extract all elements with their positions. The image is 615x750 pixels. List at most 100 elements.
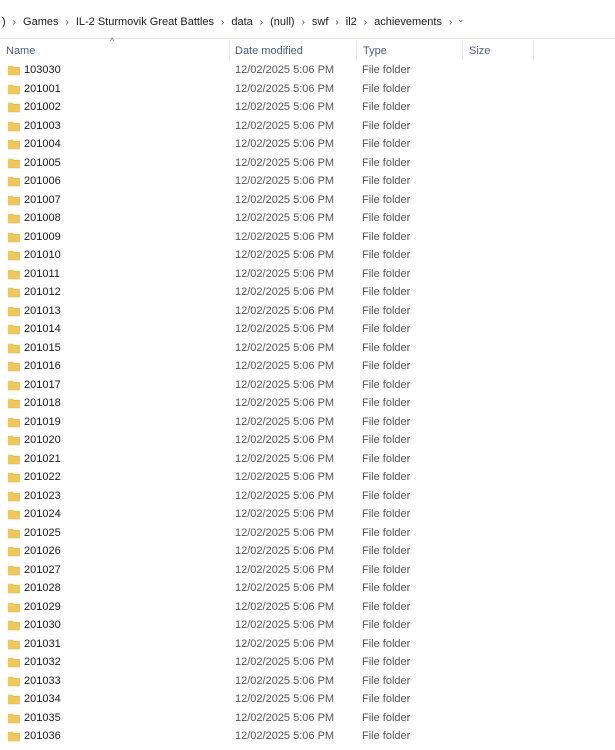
- list-item[interactable]: 201025 12/02/2025 5:06 PM File folder: [0, 524, 615, 543]
- breadcrumb-item[interactable]: Games: [21, 16, 60, 28]
- folder-icon: [8, 435, 20, 446]
- file-name: 201005: [24, 156, 61, 169]
- list-item[interactable]: 201009 12/02/2025 5:06 PM File folder: [0, 228, 615, 247]
- file-date-modified: 12/02/2025 5:06 PM: [235, 175, 335, 187]
- file-name: 201023: [24, 489, 61, 502]
- column-header-size[interactable]: Size: [469, 44, 490, 58]
- list-item[interactable]: 201020 12/02/2025 5:06 PM File folder: [0, 431, 615, 450]
- list-item[interactable]: 201001 12/02/2025 5:06 PM File folder: [0, 80, 615, 99]
- column-header-type[interactable]: Type: [363, 44, 387, 58]
- list-item[interactable]: 201031 12/02/2025 5:06 PM File folder: [0, 635, 615, 654]
- folder-icon: [8, 472, 20, 483]
- list-item[interactable]: 103030 12/02/2025 5:06 PM File folder: [0, 61, 615, 80]
- breadcrumb-separator-icon[interactable]: ›: [216, 17, 229, 28]
- file-date-modified: 12/02/2025 5:06 PM: [235, 415, 335, 428]
- list-item[interactable]: 201035 12/02/2025 5:06 PM File folder: [0, 709, 615, 728]
- list-item[interactable]: 201005 12/02/2025 5:06 PM File folder: [0, 154, 615, 173]
- column-divider[interactable]: [462, 40, 463, 60]
- file-type: File folder: [362, 101, 411, 113]
- folder-icon: [8, 232, 20, 242]
- file-name: 201020: [24, 434, 61, 446]
- breadcrumb-item[interactable]: IL-2 Sturmovik Great Battles: [74, 16, 216, 28]
- breadcrumb-item[interactable]: swf: [310, 16, 331, 28]
- list-item[interactable]: 201017 12/02/2025 5:06 PM File folder: [0, 376, 615, 395]
- column-divider[interactable]: [533, 40, 534, 60]
- file-date-modified: 12/02/2025 5:06 PM: [235, 101, 335, 113]
- list-item[interactable]: 201022 12/02/2025 5:06 PM File folder: [0, 468, 615, 487]
- list-item[interactable]: 201007 12/02/2025 5:06 PM File folder: [0, 191, 615, 210]
- file-date-modified: 12/02/2025 5:06 PM: [235, 249, 335, 261]
- list-item[interactable]: 201002 12/02/2025 5:06 PM File folder: [0, 98, 615, 117]
- folder-icon: [8, 398, 20, 409]
- chevron-down-icon[interactable]: ⌄: [457, 14, 465, 25]
- list-item[interactable]: 201003 12/02/2025 5:06 PM File folder: [0, 117, 615, 136]
- folder-icon: [8, 620, 20, 631]
- file-date-modified: 12/02/2025 5:06 PM: [235, 471, 335, 483]
- column-divider[interactable]: [229, 40, 230, 60]
- breadcrumb-separator-icon[interactable]: ›: [255, 17, 268, 28]
- file-date-modified: 12/02/2025 5:06 PM: [235, 434, 335, 446]
- breadcrumb-item[interactable]: data: [229, 16, 254, 28]
- file-type: File folder: [362, 582, 411, 594]
- list-item[interactable]: 201029 12/02/2025 5:06 PM File folder: [0, 598, 615, 617]
- file-date-modified: 12/02/2025 5:06 PM: [235, 212, 335, 224]
- breadcrumb-separator-icon[interactable]: ›: [330, 17, 343, 28]
- list-item[interactable]: 201016 12/02/2025 5:06 PM File folder: [0, 357, 615, 376]
- file-date-modified: 12/02/2025 5:06 PM: [235, 563, 335, 576]
- folder-icon: [8, 454, 20, 464]
- breadcrumb-item[interactable]: ): [0, 16, 8, 28]
- breadcrumb-separator-icon[interactable]: ›: [60, 17, 73, 28]
- list-item[interactable]: 201006 12/02/2025 5:06 PM File folder: [0, 172, 615, 191]
- list-item[interactable]: 201015 12/02/2025 5:06 PM File folder: [0, 339, 615, 358]
- list-item[interactable]: 201036 12/02/2025 5:06 PM File folder: [0, 727, 615, 746]
- breadcrumb-item[interactable]: (null): [268, 16, 296, 28]
- file-type: File folder: [362, 600, 411, 613]
- folder-icon: [8, 639, 20, 649]
- folder-icon: [8, 269, 20, 279]
- file-date-modified: 12/02/2025 5:06 PM: [235, 286, 335, 298]
- file-date-modified: 12/02/2025 5:06 PM: [235, 230, 335, 243]
- breadcrumb-separator-icon[interactable]: ›: [297, 17, 310, 28]
- list-item[interactable]: 201014 12/02/2025 5:06 PM File folder: [0, 320, 615, 339]
- file-date-modified: 12/02/2025 5:06 PM: [235, 730, 335, 742]
- list-item[interactable]: 201012 12/02/2025 5:06 PM File folder: [0, 283, 615, 302]
- file-name: 201029: [24, 600, 61, 613]
- list-item[interactable]: 201021 12/02/2025 5:06 PM File folder: [0, 450, 615, 469]
- column-divider[interactable]: [356, 40, 357, 60]
- file-date-modified: 12/02/2025 5:06 PM: [235, 545, 335, 557]
- folder-icon: [8, 565, 20, 575]
- list-item[interactable]: 201013 12/02/2025 5:06 PM File folder: [0, 302, 615, 321]
- list-item[interactable]: 201033 12/02/2025 5:06 PM File folder: [0, 672, 615, 691]
- list-item[interactable]: 201018 12/02/2025 5:06 PM File folder: [0, 394, 615, 413]
- breadcrumb-item[interactable]: achievements: [372, 16, 444, 28]
- column-header-date-modified[interactable]: Date modified: [235, 44, 303, 58]
- file-type: File folder: [362, 452, 411, 465]
- address-bar[interactable]: ) › Games › IL-2 Sturmovik Great Battles › dat…: [0, 0, 615, 39]
- list-item[interactable]: 201028 12/02/2025 5:06 PM File folder: [0, 579, 615, 598]
- folder-icon: [8, 84, 20, 94]
- list-item[interactable]: 201008 12/02/2025 5:06 PM File folder: [0, 209, 615, 228]
- list-item[interactable]: 201034 12/02/2025 5:06 PM File folder: [0, 690, 615, 709]
- folder-icon: [8, 176, 20, 187]
- list-item[interactable]: 201024 12/02/2025 5:06 PM File folder: [0, 505, 615, 524]
- column-header-name[interactable]: Name: [6, 44, 35, 58]
- list-item[interactable]: 201027 12/02/2025 5:06 PM File folder: [0, 561, 615, 580]
- list-item[interactable]: 201030 12/02/2025 5:06 PM File folder: [0, 616, 615, 635]
- file-date-modified: 12/02/2025 5:06 PM: [235, 619, 335, 631]
- list-item[interactable]: 201010 12/02/2025 5:06 PM File folder: [0, 246, 615, 265]
- breadcrumb-item[interactable]: il2: [344, 16, 359, 28]
- file-date-modified: 12/02/2025 5:06 PM: [235, 378, 335, 391]
- list-item[interactable]: 201004 12/02/2025 5:06 PM File folder: [0, 135, 615, 154]
- list-item[interactable]: 201023 12/02/2025 5:06 PM File folder: [0, 487, 615, 506]
- list-item[interactable]: 201011 12/02/2025 5:06 PM File folder: [0, 265, 615, 284]
- breadcrumb-separator-icon[interactable]: ›: [8, 17, 21, 28]
- file-name: 201010: [24, 249, 61, 261]
- list-item[interactable]: 201032 12/02/2025 5:06 PM File folder: [0, 653, 615, 672]
- breadcrumb-separator-icon[interactable]: ›: [444, 17, 457, 28]
- file-type: File folder: [362, 563, 411, 576]
- breadcrumb-separator-icon[interactable]: ›: [359, 17, 372, 28]
- file-type: File folder: [362, 656, 411, 668]
- list-item[interactable]: 201026 12/02/2025 5:06 PM File folder: [0, 542, 615, 561]
- folder-icon: [8, 306, 20, 316]
- list-item[interactable]: 201019 12/02/2025 5:06 PM File folder: [0, 413, 615, 432]
